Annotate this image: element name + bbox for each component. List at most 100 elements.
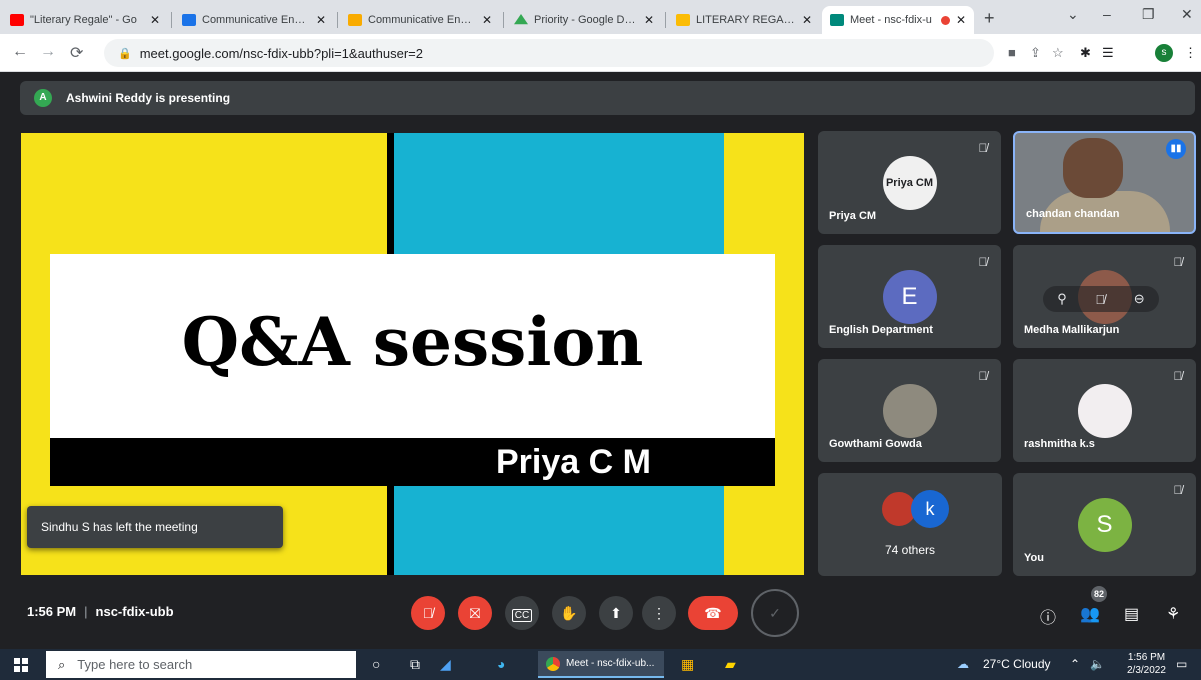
drive-icon [514,14,528,25]
present-button[interactable]: ⬆ [599,596,633,630]
classroom-icon [348,14,362,26]
mic-off-icon: 🎙̸ [1173,483,1183,497]
youtube-icon [10,14,24,26]
cortana-icon[interactable]: ○ [372,656,380,672]
self-tile[interactable]: S 🎙̸ You [1013,473,1196,576]
back-icon[interactable]: ← [12,43,28,61]
participant-tile[interactable]: 🎙̸ rashmitha k.s [1013,359,1196,462]
menu-icon[interactable]: ⋮ [1184,45,1197,61]
browser-tab-active[interactable]: Meet - nsc-fdix-u ✕ [822,6,974,34]
chrome-icon [546,656,560,671]
slide-presenter-name: Priya C M [496,443,651,481]
meeting-info: 1:56 PM | nsc-fdix-ubb [27,604,174,619]
participant-video [1063,138,1123,198]
browser-tab[interactable]: Priority - Google Drive ✕ [506,6,662,34]
windows-taskbar: ⌕ Type here to search ○ ⧉ ◢ ◕ Meet - nsc… [0,649,1201,680]
more-vert-icon: ⋮ [652,605,666,621]
new-tab-icon[interactable]: + [984,8,995,29]
browser-tab[interactable]: Communicative Englis ✕ [340,6,500,34]
mute-participant-icon[interactable]: 🎙̸ [1095,292,1105,307]
restore-icon[interactable]: ❐ [1142,6,1155,23]
search-icon: ⌕ [58,656,66,672]
sticky-notes-icon[interactable]: ▰ [725,656,736,673]
star-icon[interactable]: ☆ [1052,45,1064,61]
slides-icon [676,14,690,26]
taskbar-clock[interactable]: 1:56 PM 2/3/2022 [1127,651,1166,677]
taskbar-search-input[interactable]: ⌕ Type here to search [46,651,356,678]
participant-tile[interactable]: Priya CM 🎙̸ Priya CM [818,131,1001,234]
mic-off-icon: 🎙̸ [1173,255,1183,269]
speaking-indicator-icon: ▮▮ [1166,139,1186,159]
app-icon[interactable]: ◢ [440,656,451,673]
hang-up-icon: ☎ [704,605,722,621]
activities-icon[interactable]: ⚘ [1166,604,1180,624]
close-icon[interactable]: ✕ [316,13,326,27]
leave-call-button[interactable]: ☎ [688,596,738,630]
raise-hand-button[interactable]: ✋ [552,596,586,630]
info-icon[interactable]: ⓘ [1040,604,1056,628]
more-options-button[interactable]: ⋮ [642,596,676,630]
slide-title: Q&A session [181,303,644,381]
people-count-badge: 82 [1091,586,1107,602]
mic-off-icon: 🎙̸ [422,605,434,621]
tray-chevron-icon[interactable]: ⌃ [1070,657,1080,671]
hand-icon: ✋ [560,605,578,621]
extensions-icon[interactable]: ✱ [1080,45,1091,61]
participant-tile[interactable]: 🎙̸ Gowthami Gowda [818,359,1001,462]
reload-icon[interactable]: ⟳ [70,43,83,63]
checkmark-icon: ✓ [769,605,781,621]
tile-hover-controls: ⚲ 🎙̸ ⊖ [1043,286,1159,312]
camera-icon[interactable]: ■ [1008,45,1016,60]
share-icon[interactable]: ⇪ [1030,45,1041,61]
pin-icon[interactable]: ⚲ [1057,291,1067,307]
mic-off-icon: 🎙̸ [1173,369,1183,383]
notifications-icon[interactable]: ▭ [1176,657,1187,671]
participant-tile-speaking[interactable]: ▮▮ chandan chandan [1013,131,1196,234]
close-icon[interactable]: ✕ [644,13,654,27]
close-icon[interactable]: ✕ [150,13,160,27]
edge-icon[interactable]: ◕ [497,656,505,672]
present-screen-icon: ⬆ [610,605,622,621]
browser-tab-strip: "Literary Regale" - Go ✕ Communicative E… [0,0,1201,34]
taskbar-app-chrome[interactable]: Meet - nsc-fdix-ub... [538,651,664,678]
volume-icon[interactable]: 🔈 [1090,657,1105,671]
tab-search-icon[interactable]: ⌄ [1067,6,1079,23]
close-icon[interactable]: ✕ [482,13,492,27]
reading-list-icon[interactable]: ☰ [1102,45,1114,61]
mic-toggle-button[interactable]: 🎙̸ [411,596,445,630]
task-view-icon[interactable]: ⧉ [410,656,420,673]
participant-avatar [1077,383,1132,438]
participant-avatar: S [1077,497,1132,552]
people-icon[interactable]: 👥 [1080,604,1100,624]
hover-ring-indicator: ✓ [751,589,799,637]
forward-icon[interactable]: → [40,43,56,61]
mic-off-icon: 🎙̸ [978,141,988,155]
meet-icon [830,14,844,26]
presenter-avatar: A [34,89,52,107]
address-bar: ← → ⟳ 🔒 meet.google.com/nsc-fdix-ubb?pli… [0,34,1201,72]
lock-icon: 🔒 [118,47,132,60]
close-window-icon[interactable]: ✕ [1181,6,1193,23]
close-icon[interactable]: ✕ [956,13,966,27]
windows-start-icon[interactable] [14,658,28,672]
store-icon[interactable]: ▦ [681,656,694,673]
captions-button[interactable]: CC [505,596,539,630]
browser-tab[interactable]: LITERARY REGALE- TH ✕ [668,6,820,34]
camera-toggle-button[interactable]: ⛝ [458,596,492,630]
browser-tab[interactable]: Communicative Englis ✕ [174,6,334,34]
participant-tile[interactable]: E 🎙̸ English Department [818,245,1001,348]
browser-tab[interactable]: "Literary Regale" - Go ✕ [2,6,168,34]
close-icon[interactable]: ✕ [802,13,812,27]
profile-avatar[interactable]: s [1155,44,1173,62]
presenting-banner: A Ashwini Reddy is presenting [20,81,1195,115]
weather-text[interactable]: 27°C Cloudy [983,657,1051,671]
minimize-icon[interactable]: – [1103,6,1111,22]
url-field[interactable]: 🔒 meet.google.com/nsc-fdix-ubb?pli=1&aut… [104,39,994,67]
participant-avatar: Priya CM [882,155,937,210]
weather-icon: ☁ [957,657,969,671]
mic-off-icon: 🎙̸ [978,255,988,269]
others-tile[interactable]: k 74 others [818,473,1002,576]
chat-icon[interactable]: ▤ [1124,604,1139,624]
remove-icon[interactable]: ⊖ [1134,291,1145,307]
recording-dot-icon [940,15,950,25]
